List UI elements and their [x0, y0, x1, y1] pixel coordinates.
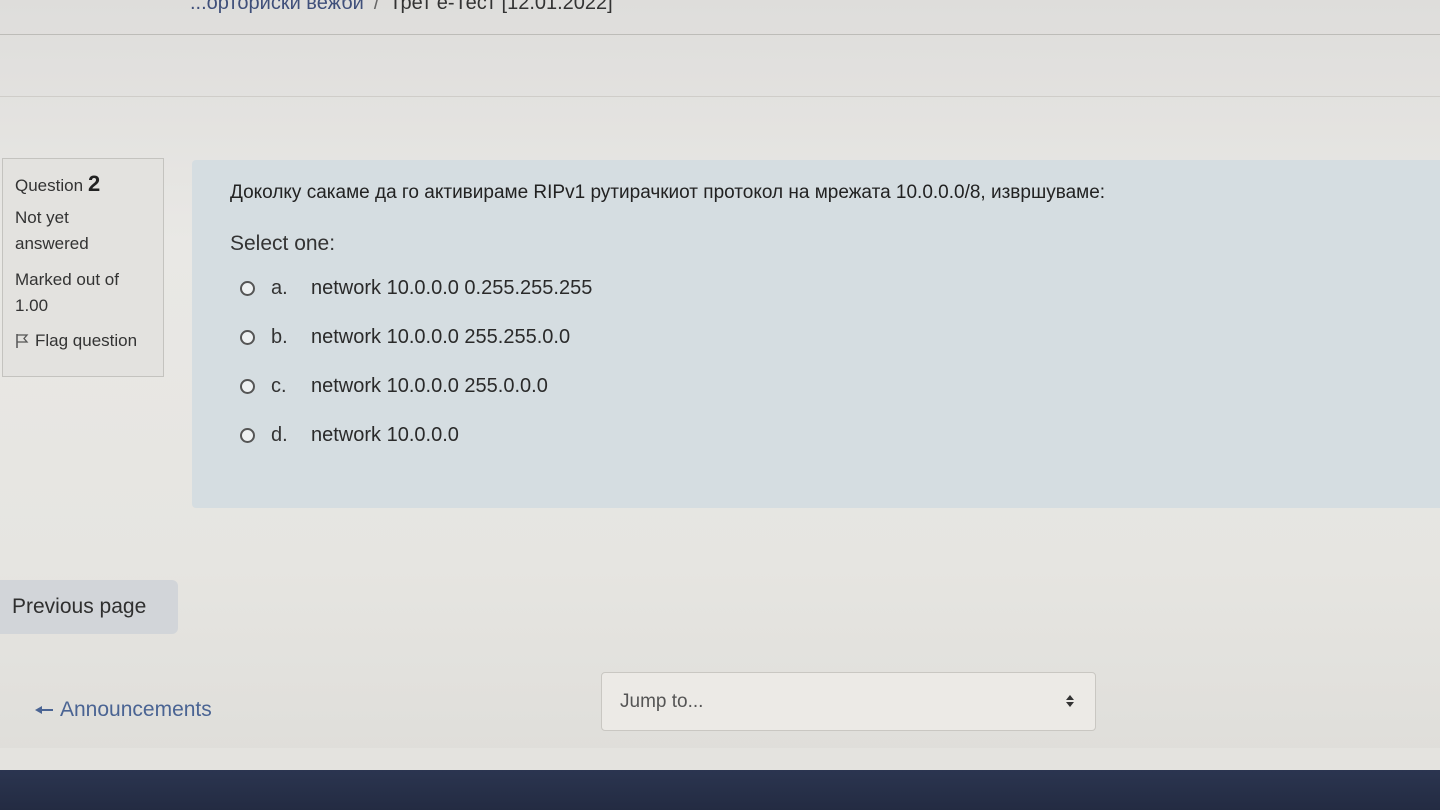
answer-letter: b.: [271, 326, 288, 348]
question-info-panel: Question 2 Not yet answered Marked out o…: [2, 158, 164, 377]
answer-option-c[interactable]: c. network 10.0.0.0 255.0.0.0: [240, 362, 1440, 411]
question-number: Question 2: [15, 171, 163, 197]
answer-option-b[interactable]: b. network 10.0.0.0 255.255.0.0: [240, 313, 1440, 362]
previous-page-button[interactable]: Previous page: [0, 580, 178, 634]
flag-question-button[interactable]: Flag question: [15, 331, 163, 351]
question-text: Доколку сакаме да го активираме RIPv1 ру…: [230, 182, 1106, 203]
header-divider: [0, 96, 1440, 97]
previous-activity-link[interactable]: Announcements: [34, 698, 212, 722]
answer-letter: d.: [271, 424, 288, 446]
jump-to-select[interactable]: Jump to...: [601, 672, 1096, 731]
flag-icon: [16, 334, 29, 348]
breadcrumb: ...орториски вежби / Трет е-Тест [12.01.20…: [190, 0, 613, 15]
arrow-left-icon: [35, 706, 53, 714]
question-grade: Marked out of 1.00: [15, 270, 119, 315]
question-state: Not yet answered: [15, 208, 89, 253]
answer-prompt: Select one:: [230, 232, 336, 255]
answer-text: network 10.0.0.0 255.255.0.0: [311, 326, 571, 348]
previous-activity-label: Announcements: [60, 698, 212, 721]
flag-question-label: Flag question: [35, 331, 138, 350]
radio-button[interactable]: [240, 330, 255, 345]
answer-letter: c.: [271, 375, 287, 397]
radio-button[interactable]: [240, 379, 255, 394]
question-number-value: 2: [88, 171, 101, 196]
answer-option-d[interactable]: d. network 10.0.0.0: [240, 411, 1440, 460]
breadcrumb-current: Трет е-Тест [12.01.2022]: [389, 0, 613, 14]
radio-button[interactable]: [240, 281, 255, 296]
answer-option-a[interactable]: a. network 10.0.0.0 0.255.255.255: [240, 264, 1440, 313]
header-divider: [0, 34, 1440, 35]
select-arrows-icon: [1066, 695, 1074, 707]
radio-button[interactable]: [240, 428, 255, 443]
footer-spacer: [0, 748, 1440, 770]
answer-text: network 10.0.0.0 255.0.0.0: [311, 375, 548, 397]
question-content: Доколку сакаме да го активираме RIPv1 ру…: [192, 160, 1440, 508]
question-label: Question: [15, 176, 84, 195]
jump-to-placeholder: Jump to...: [620, 690, 704, 712]
breadcrumb-separator: /: [373, 0, 380, 14]
answer-text: network 10.0.0.0: [311, 424, 459, 446]
answer-letter: a.: [271, 277, 288, 299]
quiz-page: ...орториски вежби / Трет е-Тест [12.01.20…: [0, 0, 1440, 810]
answer-list: a. network 10.0.0.0 0.255.255.255 b. net…: [240, 264, 1440, 460]
answer-text: network 10.0.0.0 0.255.255.255: [311, 277, 593, 299]
breadcrumb-parent[interactable]: ...орториски вежби: [190, 0, 364, 14]
page-footer: [0, 770, 1440, 810]
